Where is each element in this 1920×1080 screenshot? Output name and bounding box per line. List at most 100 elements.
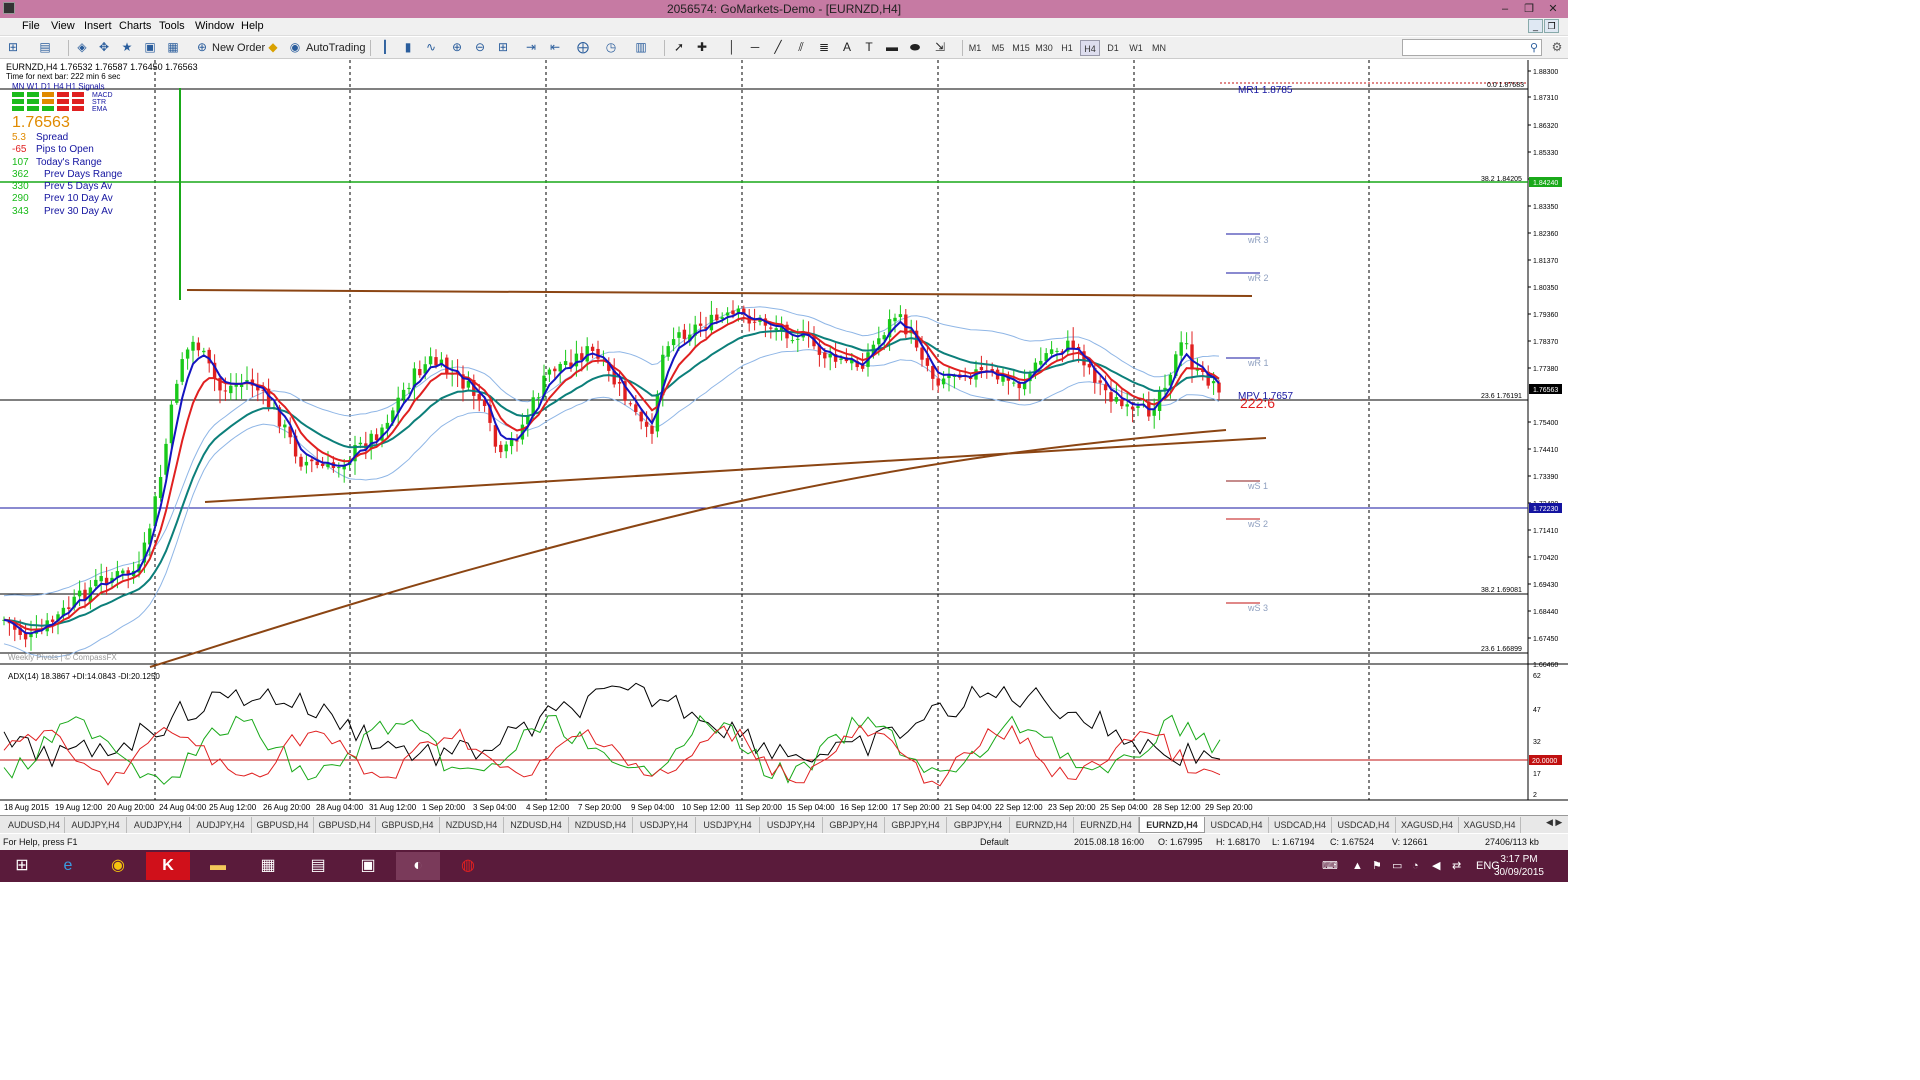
periods-icon[interactable]: ◷ <box>604 41 618 54</box>
chart-tab[interactable]: GBPUSD,H4 <box>252 817 314 833</box>
candlestick-icon[interactable]: ▮ <box>401 41 415 54</box>
menu-charts[interactable]: Charts <box>119 20 151 32</box>
chart-shift-icon[interactable]: ⇤ <box>548 41 562 54</box>
battery-icon[interactable]: ▭ <box>1392 850 1402 882</box>
fibonacci-icon[interactable]: ≣ <box>817 41 831 54</box>
strategy-tester-icon[interactable]: ▦ <box>166 41 180 54</box>
metaeditor-icon[interactable]: ◆ <box>266 41 280 54</box>
chart-tab[interactable]: GBPJPY,H4 <box>947 817 1010 833</box>
chart-tab[interactable]: USDCAD,H4 <box>1205 817 1269 833</box>
menu-file[interactable]: File <box>22 20 40 32</box>
autoscroll-icon[interactable]: ⇥ <box>524 41 538 54</box>
market-watch-icon[interactable]: ◈ <box>75 41 89 54</box>
chart-tab[interactable]: GBPJPY,H4 <box>885 817 947 833</box>
zoom-out-icon[interactable]: ⊖ <box>473 41 487 54</box>
text-label-icon[interactable]: T <box>862 41 876 54</box>
kaspersky-icon[interactable]: K <box>146 852 190 880</box>
new-chart-icon[interactable]: ⊞ <box>6 41 20 54</box>
menu-tools[interactable]: Tools <box>159 20 185 32</box>
search-icon[interactable]: ⚲ <box>1530 41 1538 54</box>
timeframe-mn[interactable]: MN <box>1149 40 1169 56</box>
timeframe-w1[interactable]: W1 <box>1126 40 1146 56</box>
ellipse-icon[interactable]: ⬬ <box>908 41 922 54</box>
terminal-icon[interactable]: ▣ <box>143 41 157 54</box>
chart-tab[interactable]: NZDUSD,H4 <box>504 817 569 833</box>
start-icon[interactable]: ⊞ <box>0 852 44 880</box>
horizontal-line-icon[interactable]: ─ <box>748 41 762 54</box>
rectangle-icon[interactable]: ▬ <box>885 41 899 54</box>
chart-tab[interactable]: USDJPY,H4 <box>760 817 823 833</box>
chart-tab[interactable]: XAGUSD,H4 <box>1396 817 1459 833</box>
timeframe-h4[interactable]: H4 <box>1080 40 1100 56</box>
chart-canvas[interactable]: MR1 1.8785 0.0 1.87683 38.2 1.84205 wR 3 wR … <box>0 60 1568 815</box>
clock[interactable]: 3:17 PM 30/09/2015 <box>1494 853 1544 879</box>
chart-tab[interactable]: EURNZD,H4 <box>1139 817 1205 833</box>
tab-scroll-icon[interactable]: ◀ ▶ <box>1546 817 1562 828</box>
explorer-icon[interactable]: ▬ <box>196 852 240 880</box>
autotrading-icon[interactable]: ◉ <box>288 41 302 54</box>
chart-tab[interactable]: USDJPY,H4 <box>696 817 760 833</box>
timeframe-d1[interactable]: D1 <box>1103 40 1123 56</box>
vertical-line-icon[interactable]: │ <box>725 41 739 54</box>
apps-icon[interactable]: ▦ <box>246 852 290 880</box>
chart-tab[interactable]: XAGUSD,H4 <box>1459 817 1521 833</box>
chart-tab[interactable]: EURNZD,H4 <box>1010 817 1074 833</box>
menu-window[interactable]: Window <box>195 20 234 32</box>
cursor-icon[interactable]: ➚ <box>672 41 686 54</box>
templates-icon[interactable]: ▥ <box>634 41 648 54</box>
network-icon[interactable]: ▣ <box>346 852 390 880</box>
chart-app-icon[interactable]: ◍ <box>446 852 490 880</box>
metatrader-icon[interactable]: ◐ <box>396 852 440 880</box>
crosshair-icon[interactable]: ✚ <box>695 41 709 54</box>
menu-help[interactable]: Help <box>241 20 264 32</box>
timeframe-m5[interactable]: M5 <box>988 40 1008 56</box>
trendline-icon[interactable]: ╱ <box>771 41 785 54</box>
menu-view[interactable]: View <box>51 20 75 32</box>
autotrading-button[interactable]: AutoTrading <box>306 40 366 56</box>
tray-arrow-icon[interactable]: ▲ <box>1352 850 1363 882</box>
timeframe-m30[interactable]: M30 <box>1034 40 1054 56</box>
tile-windows-icon[interactable]: ⊞ <box>496 41 510 54</box>
chart-tab[interactable]: NZDUSD,H4 <box>569 817 633 833</box>
chart-tab[interactable]: GBPUSD,H4 <box>376 817 440 833</box>
text-icon[interactable]: A <box>840 41 854 54</box>
chart-tab[interactable]: GBPUSD,H4 <box>314 817 376 833</box>
navigator-icon[interactable]: ★ <box>120 41 134 54</box>
settings-icon[interactable]: ⚙ <box>1550 41 1564 54</box>
channel-icon[interactable]: ⫽ <box>794 41 808 54</box>
ie-icon[interactable]: e <box>46 852 90 880</box>
chart-tab[interactable]: EURNZD,H4 <box>1074 817 1139 833</box>
chart-tab[interactable]: NZDUSD,H4 <box>440 817 504 833</box>
chart-tab[interactable]: AUDJPY,H4 <box>190 817 252 833</box>
minimize-icon[interactable]: – <box>1494 0 1516 18</box>
mdi-minimize-icon[interactable]: _ <box>1528 19 1543 33</box>
menu-insert[interactable]: Insert <box>84 20 112 32</box>
bar-chart-icon[interactable]: ┃ <box>378 41 392 54</box>
chart-tab[interactable]: USDJPY,H4 <box>633 817 696 833</box>
timeframe-m15[interactable]: M15 <box>1011 40 1031 56</box>
close-icon[interactable]: ✕ <box>1542 0 1564 18</box>
calculator-icon[interactable]: ▤ <box>296 852 340 880</box>
chart-tab[interactable]: GBPJPY,H4 <box>823 817 885 833</box>
chart-tab[interactable]: AUDJPY,H4 <box>65 817 127 833</box>
keyboard-icon[interactable]: ⌨ <box>1322 850 1338 882</box>
profiles-icon[interactable]: ▤ <box>38 41 52 54</box>
new-order-button[interactable]: New Order <box>212 40 265 56</box>
language-icon[interactable]: ⇄ <box>1452 850 1461 882</box>
flag-icon[interactable]: ⚑ <box>1372 850 1382 882</box>
data-window-icon[interactable]: ✥ <box>97 41 111 54</box>
chart-tab[interactable]: AUDUSD,H4 <box>4 817 65 833</box>
chart-tab[interactable]: USDCAD,H4 <box>1269 817 1332 833</box>
mdi-restore-icon[interactable]: ❐ <box>1544 19 1559 33</box>
timeframe-h1[interactable]: H1 <box>1057 40 1077 56</box>
zoom-in-icon[interactable]: ⊕ <box>450 41 464 54</box>
restore-icon[interactable]: ❐ <box>1518 0 1540 18</box>
chart-window[interactable]: MR1 1.8785 0.0 1.87683 38.2 1.84205 wR 3 wR … <box>0 60 1568 815</box>
arrows-icon[interactable]: ⇲ <box>933 41 947 54</box>
indicators-icon[interactable]: ⨁ <box>576 41 590 54</box>
search-input[interactable]: ⚲ <box>1402 39 1542 56</box>
volume-icon[interactable]: ◀ <box>1432 850 1440 882</box>
chart-tab[interactable]: USDCAD,H4 <box>1332 817 1396 833</box>
wifi-icon[interactable]: ◔ <box>1412 850 1419 882</box>
line-chart-icon[interactable]: ∿ <box>424 41 438 54</box>
